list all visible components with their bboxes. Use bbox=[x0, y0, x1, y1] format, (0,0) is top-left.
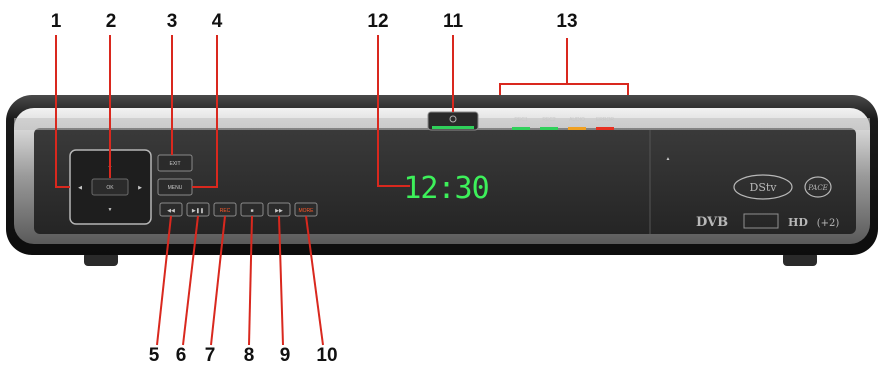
callout-4: 4 bbox=[211, 11, 223, 32]
rewind-button-label: ◀◀ bbox=[167, 208, 175, 214]
callout-line-10 bbox=[305, 215, 324, 346]
indicator-label-3: AUDIO bbox=[569, 117, 585, 123]
ok-button bbox=[91, 178, 129, 196]
indicator-label-4: ERROR bbox=[596, 117, 614, 123]
standby-icon bbox=[449, 115, 457, 123]
callout-3: 3 bbox=[166, 11, 178, 32]
callout-9: 9 bbox=[279, 345, 291, 366]
callout-line-8 bbox=[248, 215, 253, 346]
indicator-leds: REC1 REC2 AUDIO ERROR bbox=[512, 117, 614, 130]
dstv-logo-text: DStv bbox=[750, 181, 778, 194]
decoder-front-panel: REC1 REC2 AUDIO ERROR OK ▲ ▼ ◀ ▶ EXIT ME… bbox=[6, 95, 878, 266]
callout-12: 12 bbox=[367, 11, 389, 32]
callout-2: 2 bbox=[105, 11, 117, 32]
silver-trim bbox=[14, 108, 870, 244]
callout-10: 10 bbox=[316, 345, 338, 366]
callout-line-12 bbox=[377, 35, 410, 187]
play-pause-button-label: ▶❚❚ bbox=[192, 208, 204, 214]
up-arrow-icon: ▲ bbox=[108, 163, 113, 169]
callout-line-6 bbox=[182, 215, 199, 346]
callout-8: 8 bbox=[243, 345, 255, 366]
front-face bbox=[34, 128, 856, 234]
indicator-label-1: REC1 bbox=[514, 117, 528, 123]
dvb-badge bbox=[743, 213, 779, 229]
left-foot bbox=[84, 252, 118, 266]
callout-6: 6 bbox=[175, 345, 187, 366]
dvb-logo: DVB bbox=[696, 215, 728, 230]
decoder-diagram: REC1 REC2 AUDIO ERROR OK ▲ ▼ ◀ ▶ EXIT ME… bbox=[0, 0, 885, 370]
dstv-logo bbox=[733, 174, 793, 200]
indicator-label-2: REC2 bbox=[542, 117, 556, 123]
callout-line-9 bbox=[278, 215, 284, 346]
standby-button bbox=[427, 111, 479, 131]
outer-casing bbox=[6, 95, 878, 255]
callout-line-7 bbox=[210, 215, 226, 346]
callout-11: 11 bbox=[442, 11, 464, 32]
fast-forward-button-label: ▶▶ bbox=[275, 208, 283, 214]
record-button-label: REC bbox=[220, 208, 231, 214]
hd-logo: HD bbox=[788, 216, 808, 229]
callout-1: 1 bbox=[50, 11, 62, 32]
callout-13: 13 bbox=[556, 11, 578, 32]
top-strip bbox=[14, 118, 870, 130]
exit-button-label: EXIT bbox=[169, 161, 180, 167]
left-arrow-icon: ◀ bbox=[78, 185, 82, 191]
callout-line-5 bbox=[156, 215, 172, 346]
callout-lines bbox=[55, 35, 629, 346]
ir-sensor-icon: ▲ bbox=[666, 156, 671, 162]
callout-5: 5 bbox=[148, 345, 160, 366]
callout-line-4 bbox=[192, 35, 218, 188]
right-arrow-icon: ▶ bbox=[138, 185, 142, 191]
ok-button-label: OK bbox=[106, 185, 114, 191]
menu-button bbox=[157, 178, 193, 196]
down-arrow-icon: ▼ bbox=[108, 207, 113, 213]
menu-button-label: MENU bbox=[168, 185, 183, 191]
clock-display: 12:30 bbox=[403, 171, 488, 206]
stop-button-label: ■ bbox=[250, 208, 253, 214]
transport-buttons: ◀◀ ▶❚❚ REC ■ ▶▶ MORE bbox=[159, 202, 318, 217]
callout-7: 7 bbox=[204, 345, 216, 366]
nav-pad bbox=[69, 149, 152, 225]
pace-logo bbox=[804, 176, 832, 198]
callout-line-1 bbox=[55, 35, 70, 188]
standby-green-bar bbox=[432, 126, 474, 129]
exit-button bbox=[157, 154, 193, 172]
plus2-logo: (+2) bbox=[817, 218, 840, 229]
pace-logo-text: PACE bbox=[807, 184, 828, 192]
right-foot bbox=[783, 252, 817, 266]
callout-bracket-13 bbox=[499, 83, 629, 95]
more-button-label: MORE bbox=[299, 208, 315, 214]
